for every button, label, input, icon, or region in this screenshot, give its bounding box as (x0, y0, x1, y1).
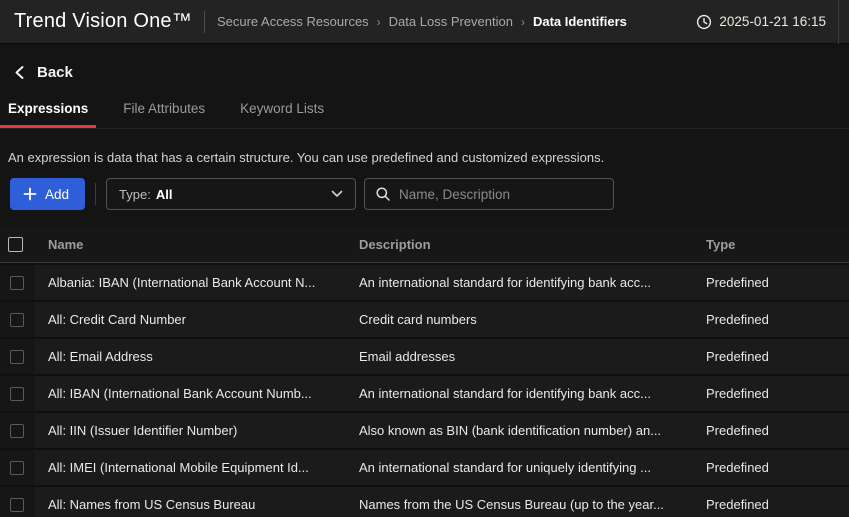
tab-bar: Expressions File Attributes Keyword List… (0, 93, 849, 129)
table-row[interactable]: All: Credit Card Number Credit card numb… (0, 302, 849, 339)
row-checkbox[interactable] (10, 276, 24, 290)
name-cell: All: Email Address (35, 349, 346, 364)
table-row[interactable]: All: IMEI (International Mobile Equipmen… (0, 450, 849, 487)
description-cell: An international standard for uniquely i… (346, 460, 693, 475)
tab-keyword-lists[interactable]: Keyword Lists (232, 93, 332, 128)
type-filter-dropdown[interactable]: Type: All (106, 178, 356, 210)
expressions-table: Name Description Type Albania: IBAN (Int… (0, 227, 849, 517)
timestamp: 2025-01-21 16:15 (719, 14, 826, 29)
row-checkbox[interactable] (10, 387, 24, 401)
type-cell: Predefined (693, 312, 849, 327)
search-input[interactable] (399, 187, 603, 202)
type-cell: Predefined (693, 275, 849, 290)
row-checkbox[interactable] (10, 350, 24, 364)
chevron-down-icon (331, 190, 343, 198)
table-row[interactable]: All: IBAN (International Bank Account Nu… (0, 376, 849, 413)
time-display[interactable]: 2025-01-21 16:15 (696, 14, 826, 30)
row-checkbox[interactable] (10, 461, 24, 475)
breadcrumb-item-secure-access-resources[interactable]: Secure Access Resources (217, 14, 369, 29)
column-header-name: Name (35, 237, 346, 252)
name-cell: All: Names from US Census Bureau (35, 497, 346, 512)
breadcrumb-separator-icon: › (521, 15, 525, 29)
name-cell: All: IMEI (International Mobile Equipmen… (35, 460, 346, 475)
description-cell: Names from the US Census Bureau (up to t… (346, 497, 693, 512)
search-box (364, 178, 614, 210)
table-header-row: Name Description Type (0, 227, 849, 263)
type-cell: Predefined (693, 423, 849, 438)
type-cell: Predefined (693, 349, 849, 364)
row-checkbox[interactable] (10, 498, 24, 512)
table-row[interactable]: All: Names from US Census Bureau Names f… (0, 487, 849, 517)
add-button[interactable]: Add (10, 178, 85, 210)
row-checkbox[interactable] (10, 424, 24, 438)
description-cell: Also known as BIN (bank identification n… (346, 423, 693, 438)
name-cell: All: IIN (Issuer Identifier Number) (35, 423, 346, 438)
name-cell: All: IBAN (International Bank Account Nu… (35, 386, 346, 401)
type-cell: Predefined (693, 497, 849, 512)
back-button-label: Back (37, 64, 73, 81)
table-row[interactable]: Albania: IBAN (International Bank Accoun… (0, 265, 849, 302)
description-cell: Email addresses (346, 349, 693, 364)
row-checkbox[interactable] (10, 313, 24, 327)
description-cell: An international standard for identifyin… (346, 275, 693, 290)
topbar-end-divider (838, 0, 839, 44)
type-filter-value: All (156, 187, 173, 202)
tab-expressions[interactable]: Expressions (0, 93, 96, 128)
breadcrumb-separator-icon: › (377, 15, 381, 29)
breadcrumb: Secure Access Resources › Data Loss Prev… (217, 14, 627, 29)
app-window: Trend Vision One™ Secure Access Resource… (0, 0, 849, 517)
column-header-description: Description (346, 237, 693, 252)
type-filter-label: Type: (119, 187, 151, 202)
clock-icon (696, 14, 712, 30)
search-icon (375, 186, 391, 202)
type-cell: Predefined (693, 386, 849, 401)
column-header-type: Type (693, 237, 849, 252)
type-cell: Predefined (693, 460, 849, 475)
table-row[interactable]: All: Email Address Email addresses Prede… (0, 339, 849, 376)
top-bar: Trend Vision One™ Secure Access Resource… (0, 0, 849, 44)
table-body: Albania: IBAN (International Bank Accoun… (0, 265, 849, 517)
back-button[interactable]: Back (13, 58, 73, 86)
chevron-left-icon (13, 65, 26, 80)
name-cell: Albania: IBAN (International Bank Accoun… (35, 275, 346, 290)
breadcrumb-item-data-identifiers: Data Identifiers (533, 14, 627, 29)
add-button-label: Add (45, 187, 69, 202)
name-cell: All: Credit Card Number (35, 312, 346, 327)
toolbar-divider (95, 183, 96, 205)
table-row[interactable]: All: IIN (Issuer Identifier Number) Also… (0, 413, 849, 450)
toolbar: Add Type: All (10, 178, 849, 210)
description-cell: An international standard for identifyin… (346, 386, 693, 401)
breadcrumb-item-data-loss-prevention[interactable]: Data Loss Prevention (389, 14, 513, 29)
tab-file-attributes[interactable]: File Attributes (115, 93, 213, 128)
topbar-divider (204, 11, 205, 33)
product-logo: Trend Vision One™ (14, 10, 192, 33)
description-cell: Credit card numbers (346, 312, 693, 327)
plus-icon (23, 187, 37, 201)
intro-text: An expression is data that has a certain… (8, 150, 849, 165)
select-all-checkbox[interactable] (8, 237, 23, 252)
